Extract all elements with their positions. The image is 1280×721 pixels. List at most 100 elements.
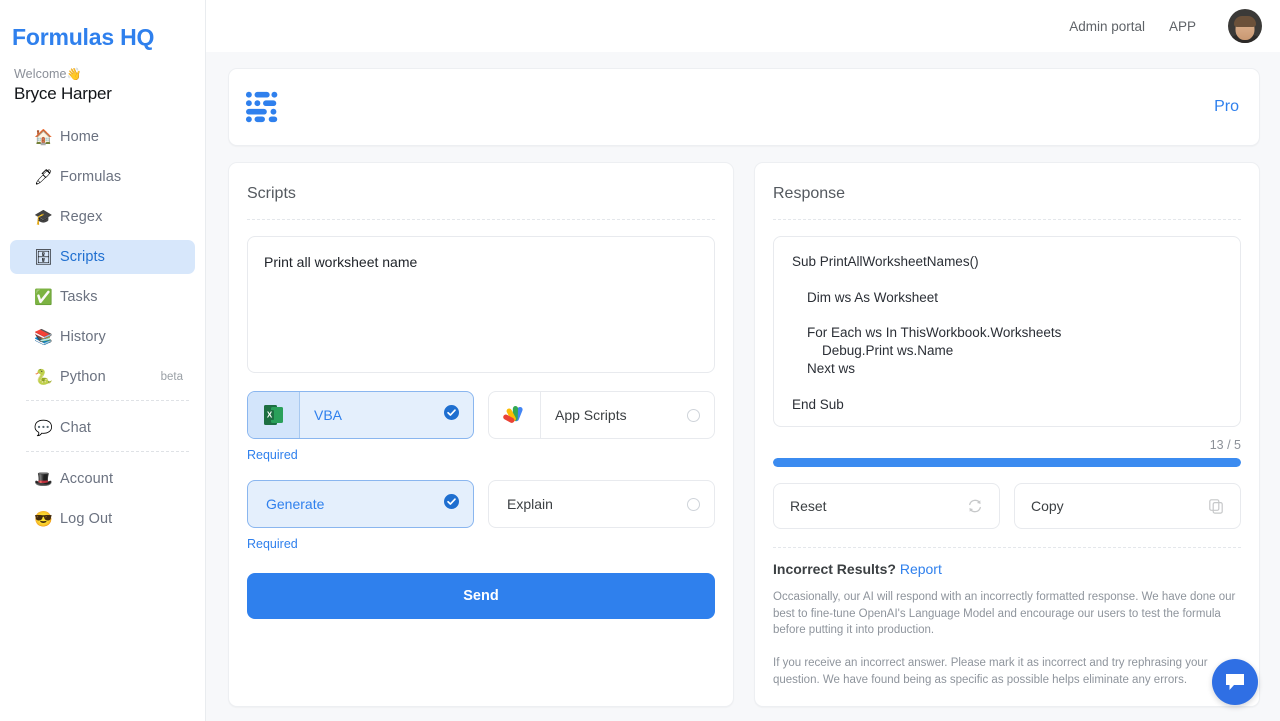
admin-portal-link[interactable]: Admin portal — [1069, 19, 1145, 34]
house-icon: 🏠 — [34, 130, 60, 145]
copy-icon — [1208, 498, 1224, 514]
script-prompt-input[interactable]: Print all worksheet name — [247, 236, 715, 373]
snake-icon: 🐍 — [34, 370, 60, 385]
books-icon: 📚 — [34, 330, 60, 345]
brand-title: Formulas HQ — [0, 0, 205, 51]
sidebar-item-account[interactable]: 🎩 Account — [10, 462, 195, 496]
sidebar-item-label: Formulas — [60, 169, 121, 185]
waving-hand-icon: 👋 — [67, 67, 82, 81]
svg-text:X: X — [266, 411, 272, 420]
sidebar-item-history[interactable]: 📚 History — [10, 320, 195, 354]
check-circle-icon — [444, 494, 459, 509]
sidebar-item-home[interactable]: 🏠 Home — [10, 120, 195, 154]
sidebar-item-log-out[interactable]: 😎 Log Out — [10, 502, 195, 536]
chat-support-button[interactable] — [1212, 659, 1258, 705]
panels-row: Scripts Print all worksheet name X — [228, 162, 1260, 707]
copy-button[interactable]: Copy — [1014, 483, 1241, 529]
sidebar-nav: 🏠 Home 🖊 Formulas 🎓 Regex 🗄 Scripts ✅ Ta… — [0, 120, 205, 536]
sidebar-item-scripts[interactable]: 🗄 Scripts — [10, 240, 195, 274]
copy-icon-glyph — [1208, 498, 1224, 514]
pro-badge[interactable]: Pro — [1214, 98, 1239, 116]
sunglasses-icon: 😎 — [34, 512, 60, 527]
language-required-label: Required — [247, 448, 715, 462]
check-box-icon: ✅ — [34, 290, 60, 305]
user-name: Bryce Harper — [14, 84, 205, 104]
sidebar: Formulas HQ Welcome👋 Bryce Harper 🏠 Home… — [0, 0, 206, 721]
send-button[interactable]: Send — [247, 573, 715, 619]
response-panel: Response Sub PrintAllWorksheetNames() Di… — [754, 162, 1260, 707]
refresh-icon-glyph — [967, 498, 983, 514]
main-area: Admin portal APP — [206, 0, 1280, 721]
welcome-label: Welcome👋 — [14, 67, 205, 81]
unselected-radio-icon — [687, 498, 700, 511]
selected-check-icon — [444, 405, 459, 425]
mode-option-label: Explain — [489, 496, 553, 512]
scripts-logo-icon — [245, 90, 283, 124]
google-apps-script-icon-glyph — [502, 403, 528, 427]
chat-bubble-icon — [1223, 671, 1247, 693]
report-link[interactable]: Report — [900, 561, 942, 577]
mode-option-row: Generate Explain — [247, 480, 715, 528]
reset-button[interactable]: Reset — [773, 483, 1000, 529]
footer-paragraph-2: If you receive an incorrect answer. Plea… — [773, 655, 1241, 688]
content: Pro Scripts Print all worksheet name — [206, 52, 1280, 721]
response-counter: 13 / 5 — [773, 438, 1241, 452]
excel-icon: X — [248, 392, 300, 438]
graduation-cap-icon: 🎓 — [34, 210, 60, 225]
reset-button-label: Reset — [790, 498, 827, 514]
incorrect-results-text: Incorrect Results? — [773, 561, 896, 577]
top-hat-icon: 🎩 — [34, 472, 60, 487]
app-root: Formulas HQ Welcome👋 Bryce Harper 🏠 Home… — [0, 0, 1280, 721]
avatar-hair — [1234, 16, 1256, 27]
usage-progress-fill — [773, 458, 1241, 467]
sidebar-item-label: Python — [60, 369, 106, 385]
google-apps-script-icon — [489, 392, 541, 438]
avatar[interactable] — [1228, 9, 1262, 43]
sidebar-item-tasks[interactable]: ✅ Tasks — [10, 280, 195, 314]
sidebar-divider-top — [26, 400, 189, 401]
sidebar-item-label: Account — [60, 471, 113, 487]
sidebar-item-regex[interactable]: 🎓 Regex — [10, 200, 195, 234]
language-option-label: App Scripts — [541, 407, 627, 423]
sidebar-item-chat[interactable]: 💬 Chat — [10, 411, 195, 445]
sidebar-item-label: Chat — [60, 420, 91, 436]
language-option-label: VBA — [300, 407, 342, 423]
sidebar-item-label: Tasks — [60, 289, 98, 305]
beta-badge: beta — [161, 371, 187, 383]
scripts-panel-divider — [247, 219, 715, 220]
scripts-panel-title: Scripts — [247, 181, 715, 219]
speech-bubble-icon: 💬 — [34, 421, 60, 436]
app-link[interactable]: APP — [1169, 19, 1196, 34]
sidebar-item-label: Scripts — [60, 249, 105, 265]
welcome-block: Welcome👋 Bryce Harper — [0, 51, 205, 104]
response-panel-divider — [773, 219, 1241, 220]
sidebar-item-label: History — [60, 329, 106, 345]
mode-option-generate[interactable]: Generate — [247, 480, 474, 528]
response-panel-title: Response — [773, 181, 1241, 219]
check-circle-icon — [444, 405, 459, 420]
language-option-vba[interactable]: X VBA — [247, 391, 474, 439]
response-code-output[interactable]: Sub PrintAllWorksheetNames() Dim ws As W… — [773, 236, 1241, 427]
mode-option-explain[interactable]: Explain — [488, 480, 715, 528]
copy-button-label: Copy — [1031, 498, 1064, 514]
footer-paragraph-1: Occasionally, our AI will respond with a… — [773, 589, 1241, 639]
topbar: Admin portal APP — [206, 0, 1280, 52]
excel-icon-glyph: X — [263, 403, 285, 427]
sidebar-item-label: Regex — [60, 209, 102, 225]
sidebar-item-label: Log Out — [60, 511, 112, 527]
scroll-icon: 🗄 — [34, 250, 60, 265]
sidebar-item-python[interactable]: 🐍 Python beta — [10, 360, 195, 394]
refresh-icon — [967, 498, 983, 514]
response-footer-divider — [773, 547, 1241, 548]
mode-option-label: Generate — [248, 496, 324, 512]
usage-progress-bar — [773, 458, 1241, 467]
language-option-row: X VBA — [247, 391, 715, 439]
sidebar-item-formulas[interactable]: 🖊 Formulas — [10, 160, 195, 194]
selected-check-icon — [444, 494, 459, 514]
unselected-radio-icon — [687, 409, 700, 422]
logo-card: Pro — [228, 68, 1260, 146]
mode-required-label: Required — [247, 537, 715, 551]
sidebar-item-label: Home — [60, 129, 99, 145]
language-option-app-scripts[interactable]: App Scripts — [488, 391, 715, 439]
sidebar-divider-bottom — [26, 451, 189, 452]
